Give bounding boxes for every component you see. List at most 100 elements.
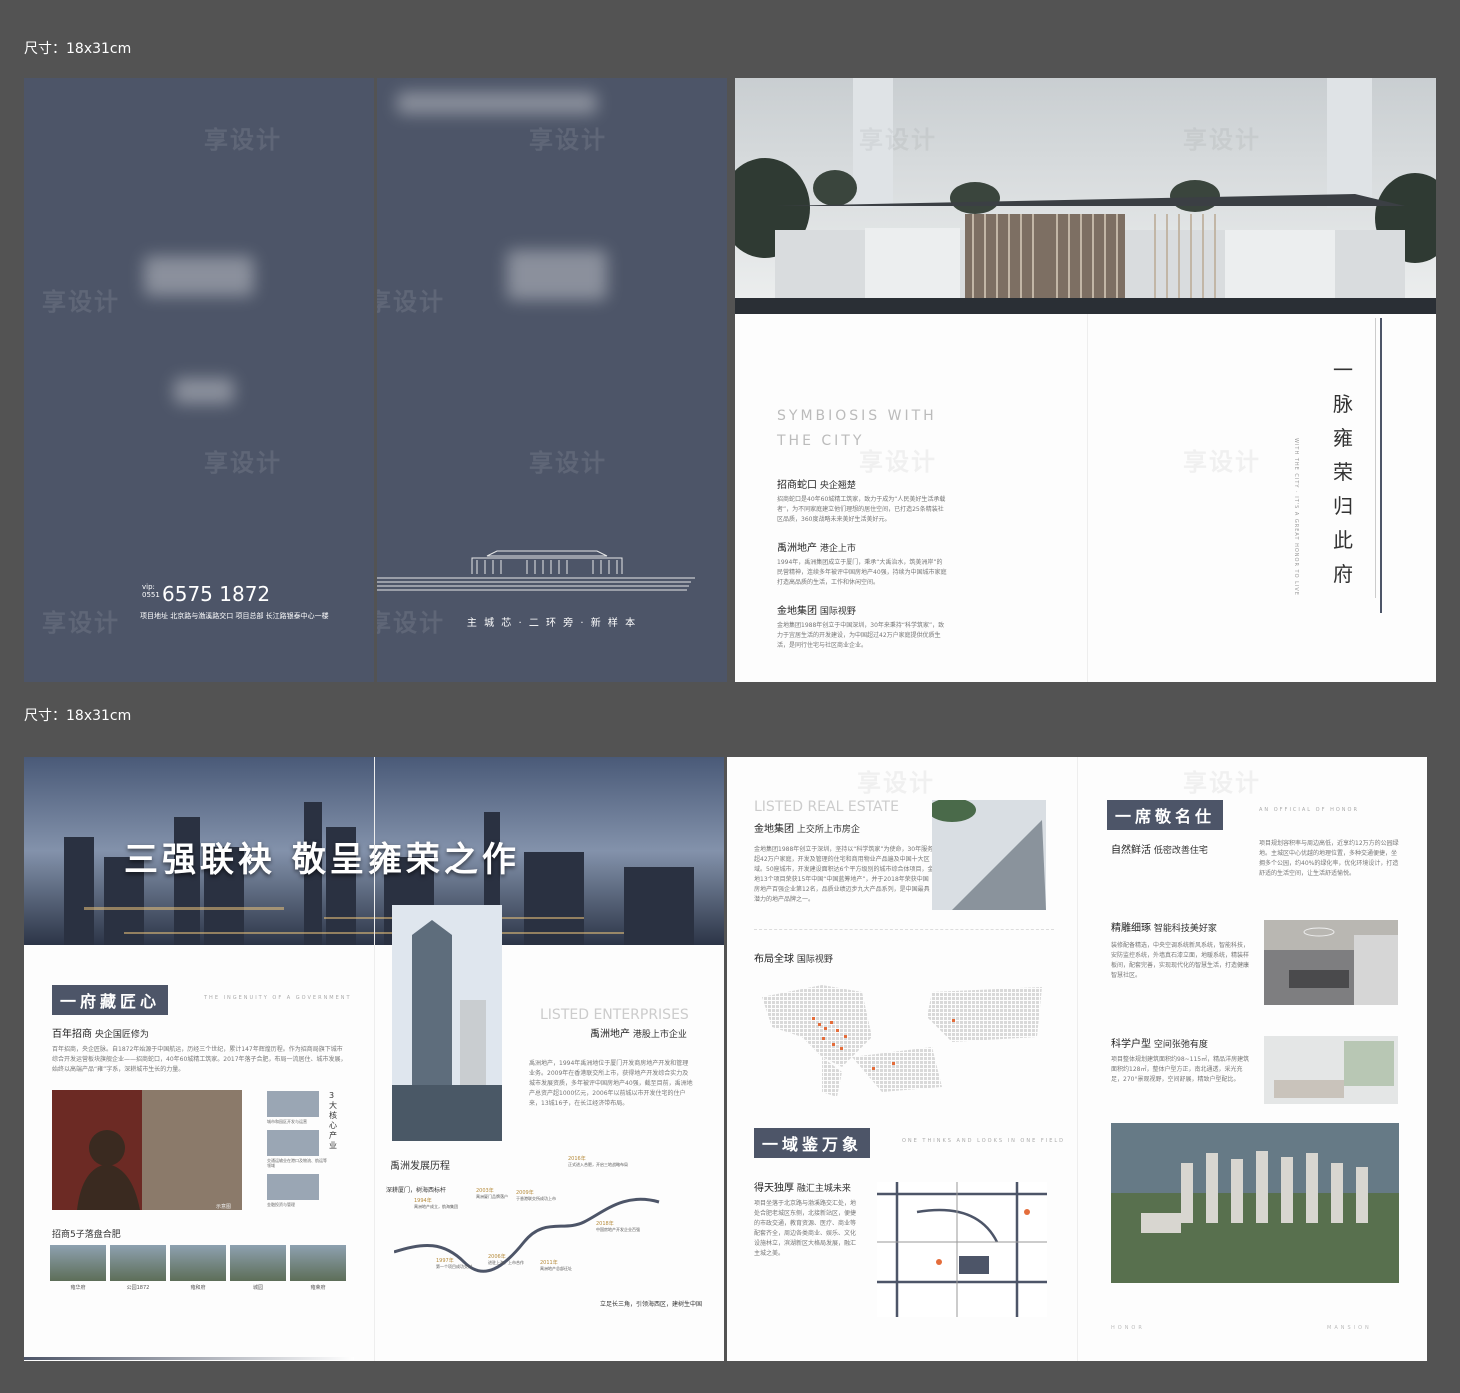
milestone-text: 禹洲地产总部迁址	[540, 1266, 572, 1271]
s1-sub: 央企国匠修为	[94, 1030, 149, 1040]
vip-label: vip:	[142, 583, 155, 591]
estate-en: LISTED REAL ESTATE	[754, 799, 899, 815]
bedroom-photo	[1264, 1036, 1398, 1104]
global-heading: 布局全球 国际视野	[754, 950, 833, 965]
projects-title: 招商5子落盘合肥	[52, 1230, 121, 1240]
listed-title: 禹洲地产	[590, 1029, 630, 1040]
district-title: 得天独厚	[754, 1183, 794, 1194]
watermark: 享设计	[857, 769, 935, 797]
watermark: 享设计	[859, 448, 937, 476]
core-industry-label: 金融投资与管理	[267, 1202, 295, 1207]
history-title: 禹洲发展历程	[390, 1161, 450, 1172]
estate-sub: 上交所上市房企	[796, 825, 860, 835]
footer-left: HONOR	[1111, 1325, 1145, 1331]
r1-title: 自然鲜活	[1111, 845, 1151, 856]
project-item: 公园1872	[110, 1245, 166, 1291]
section-sub: 国际视野	[819, 607, 856, 617]
project-photo	[230, 1245, 286, 1281]
estate-heading: 金地集团 上交所上市房企	[754, 820, 860, 835]
core-industry-photo	[267, 1091, 319, 1117]
r1-body: 项目规划容积率与周边高低，近享约12万方的公园绿地。主城区中心优越的地理位置，多…	[1259, 840, 1399, 877]
front-cover: 享设计 享设计 享设计 享设计 主 城 芯 · 二 环 旁 · 新 样 本	[377, 78, 727, 682]
slogan: 主 城 芯 · 二 环 旁 · 新 样 本	[466, 618, 638, 629]
history-milestone: 1997年 第一个项目成功交付	[436, 1257, 496, 1270]
milestone-year: 2018年	[596, 1221, 614, 1227]
core-label: 3大核心产业	[329, 1091, 337, 1150]
phone-block: vip: 0551	[142, 583, 160, 599]
vertical-en: WITH THE CITY · IT'S A GREAT HONOR TO LI…	[1293, 438, 1299, 596]
milestone-year: 1997年	[436, 1258, 454, 1264]
milestone-year: 2016年	[568, 1156, 586, 1162]
listed-heading: 禹洲地产 港股上市企业	[590, 1025, 687, 1040]
core-industry-label: 交通运输业在港口及物流、航运等领域	[267, 1158, 327, 1168]
vertical-title: 一脉雍荣归此府	[1333, 358, 1353, 586]
section-heading: 金地集团 国际视野	[777, 602, 947, 617]
r2-title: 精雕细琢	[1111, 923, 1151, 934]
r2-heading: 精雕细琢 智能科技美好家	[1111, 919, 1217, 934]
watermark: 享设计	[377, 288, 445, 316]
milestone-year: 2009年	[516, 1190, 534, 1196]
fold-line	[374, 757, 375, 1361]
watermark: 享设计	[204, 126, 282, 154]
core-industry-item: 交通运输业在港口及物流、航运等领域	[267, 1130, 327, 1168]
project-photo	[170, 1245, 226, 1281]
location-map	[877, 1182, 1047, 1317]
section-body: 招商蛇口是40年60城精工筑家，致力于成为“人民美好生活承载者”，为不同家庭建立…	[777, 496, 946, 523]
s1-body: 百年招商，央企匠脉。自1872年始源于中国航运，历经三个世纪，累计147年辉煌历…	[52, 1046, 347, 1073]
core-industry-label: 城市和园区开发与运营	[267, 1119, 307, 1124]
milestone-year: 2011年	[540, 1260, 558, 1266]
project-label: 雍华府	[70, 1285, 86, 1291]
core-industry-photo	[267, 1174, 319, 1200]
blurred-logo	[144, 256, 254, 296]
blurred-logo	[507, 250, 607, 300]
developer-sections: 招商蛇口 央企翘楚 招商蛇口是40年60城精工筑家，致力于成为“人民美好生活承载者…	[777, 476, 947, 665]
world-map	[762, 985, 1042, 1097]
core-industry-item: 城市和园区开发与运营	[267, 1091, 327, 1124]
section-title: 禹洲地产	[777, 543, 817, 554]
watermark: 享设计	[204, 449, 282, 477]
developer-section: 禹洲地产 港企上市 1994年，禹洲集团成立于厦门，秉承“大禹治水，筑美洲岸”的民…	[777, 539, 947, 588]
project-item: 雍和府	[170, 1245, 226, 1291]
global-sub: 国际视野	[796, 955, 833, 965]
footer-right: MANSION	[1327, 1325, 1372, 1331]
divider	[754, 929, 1054, 931]
estate-body: 金地集团1988年创立于深圳，坚持以“科学筑家”为使命，30年服务超42万户家庭…	[754, 846, 934, 903]
vertical-rule-thin	[1375, 318, 1376, 598]
milestone-text: 第一个项目成功交付	[436, 1264, 472, 1269]
living-room-photo	[1264, 920, 1398, 1005]
listed-en: LISTED ENTERPRISES	[540, 1007, 689, 1023]
fold-line	[1077, 757, 1078, 1361]
milestone-text: 正式进入合肥，开启三地战略布局	[568, 1162, 628, 1167]
watermark: 享设计	[1183, 769, 1261, 797]
r3-heading: 科学户型 空间张弛有度	[1111, 1035, 1208, 1050]
badge2-en: ONE THINKS AND LOOKS IN ONE FIELD	[902, 1138, 1065, 1144]
back-cover: 享设计 享设计 享设计 享设计 vip: 0551 6575 1872 项目地址…	[24, 78, 374, 682]
project-photo	[290, 1245, 346, 1281]
section-badge-2: 一域鉴万象	[754, 1128, 871, 1158]
watermark: 享设计	[42, 609, 120, 637]
section-heading: 禹洲地产 港企上市	[777, 539, 947, 554]
listed-sub: 港股上市企业	[632, 1030, 687, 1040]
s1-title: 百年招商	[52, 1029, 92, 1040]
project-label: 雍和府	[190, 1285, 206, 1291]
area-code: 0551	[142, 591, 160, 599]
milestone-text: 进驻上海，上市合作	[488, 1260, 524, 1265]
project-label: 公园1872	[126, 1285, 150, 1291]
district-sub: 融汇主城未来	[796, 1184, 851, 1194]
project-item: 雍华府	[50, 1245, 106, 1291]
aerial-render	[1111, 1123, 1399, 1283]
spread-location: 享设计 享设计 LISTED REAL ESTATE 金地集团 上交所上市房企 …	[727, 757, 1427, 1361]
sales-center-photo	[735, 78, 1436, 314]
section-sub: 港企上市	[819, 544, 856, 554]
watermark: 享设计	[859, 126, 937, 154]
building-line-art	[377, 550, 695, 591]
hero-title: 三强联袂 敬呈雍荣之作	[124, 840, 520, 880]
badge3-en: AN OFFICIAL OF HONOR	[1259, 807, 1359, 813]
size-label-top: 尺寸：18x31cm	[24, 41, 132, 57]
section-badge-3: 一席敬名仕	[1107, 800, 1224, 830]
milestone-text: 于香港联交所成功上市	[516, 1196, 556, 1201]
project-label: 雍荣府	[310, 1285, 326, 1291]
bronze-statue-photo	[52, 1090, 242, 1210]
milestone-text: 中国房地产开发企业百强	[596, 1227, 640, 1232]
section-body: 金地集团1988年创立于中国深圳，30年来秉持“科学筑家”，致力于宜居生活的开发…	[777, 622, 945, 649]
